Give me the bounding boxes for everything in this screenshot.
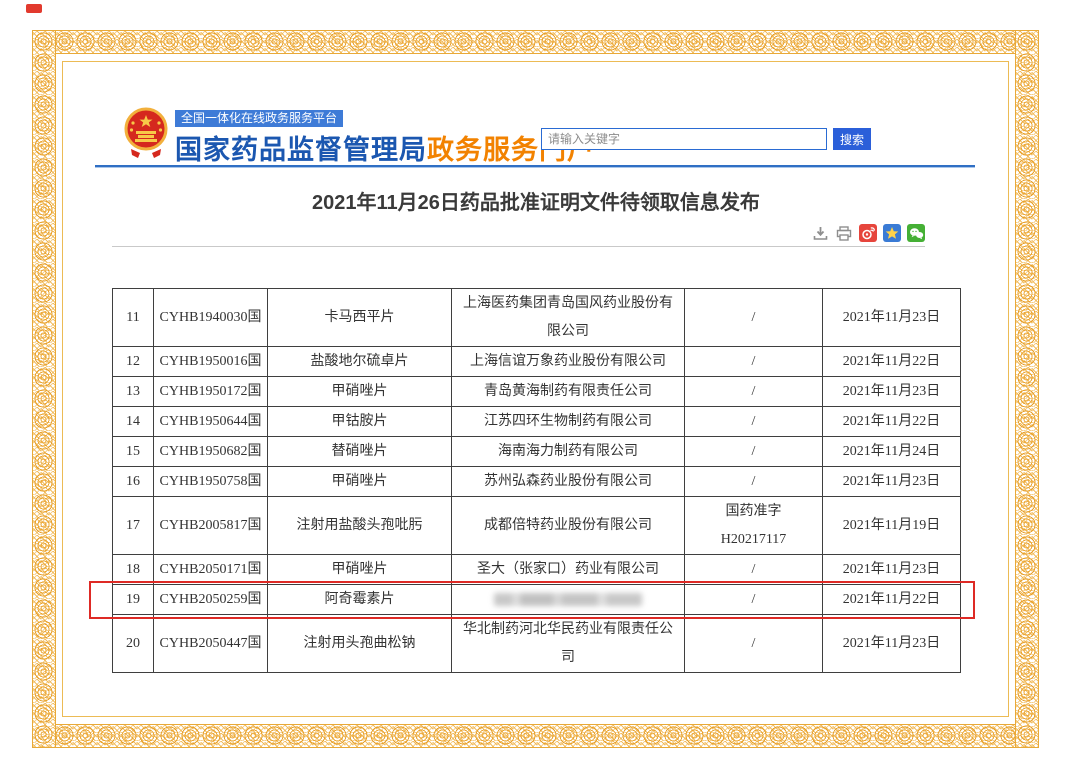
table-row: 20 CYHB2050447国 注射用头孢曲松钠 华北制药河北华民药业有限责任公… (113, 615, 961, 673)
table-row: 12 CYHB1950016国 盐酸地尔硫卓片 上海信谊万象药业股份有限公司 /… (113, 347, 961, 377)
cell-row-number: 13 (113, 377, 154, 407)
cell-company: 江苏四环生物制药有限公司 (452, 407, 685, 437)
cell-approval-number: / (685, 615, 823, 673)
cell-acceptance-id: CYHB2050171国 (154, 555, 268, 585)
cell-acceptance-id: CYHB1950172国 (154, 377, 268, 407)
cell-acceptance-id: CYHB1950016国 (154, 347, 268, 377)
cell-row-number: 17 (113, 497, 154, 555)
cell-approval-number: / (685, 467, 823, 497)
cell-date: 2021年11月23日 (823, 555, 961, 585)
decorative-border-left (32, 30, 56, 748)
table-row: 15 CYHB1950682国 替硝唑片 海南海力制药有限公司 / 2021年1… (113, 437, 961, 467)
cell-acceptance-id: CYHB1950644国 (154, 407, 268, 437)
cell-acceptance-id: CYHB1950758国 (154, 467, 268, 497)
cell-acceptance-id: CYHB1950682国 (154, 437, 268, 467)
cell-acceptance-id: CYHB2050447国 (154, 615, 268, 673)
cell-date: 2021年11月22日 (823, 347, 961, 377)
site-title-primary: 国家药品监督管理局 (175, 135, 427, 165)
cell-company: 成都倍特药业股份有限公司 (452, 497, 685, 555)
qzone-share-icon[interactable] (883, 224, 901, 242)
cell-drug-name: 注射用头孢曲松钠 (268, 615, 452, 673)
cell-date: 2021年11月24日 (823, 437, 961, 467)
cell-row-number: 18 (113, 555, 154, 585)
search-button[interactable]: 搜索 (833, 128, 871, 150)
cell-approval-number: / (685, 585, 823, 615)
national-emblem-logo (123, 105, 169, 159)
cell-approval-number: / (685, 407, 823, 437)
cell-acceptance-id: CYHB1940030国 (154, 289, 268, 347)
cell-drug-name: 甲硝唑片 (268, 467, 452, 497)
cell-row-number: 12 (113, 347, 154, 377)
cell-company: 海南海力制药有限公司 (452, 437, 685, 467)
cell-approval-number: / (685, 289, 823, 347)
table-row: 16 CYHB1950758国 甲硝唑片 苏州弘森药业股份有限公司 / 2021… (113, 467, 961, 497)
site-title: 国家药品监督管理局政务服务门户 (175, 128, 595, 167)
table-row: 17 CYHB2005817国 注射用盐酸头孢吡肟 成都倍特药业股份有限公司 国… (113, 497, 961, 555)
header-divider (95, 165, 975, 168)
cell-drug-name: 甲硝唑片 (268, 555, 452, 585)
page: 全国一体化在线政务服务平台 国家药品监督管理局政务服务门户 搜索 2021年11… (0, 0, 1071, 778)
decorative-border-right (1015, 30, 1039, 748)
decorative-border-bottom (32, 724, 1039, 748)
cell-company: 上海信谊万象药业股份有限公司 (452, 347, 685, 377)
page-title: 2021年11月26日药品批准证明文件待领取信息发布 (112, 186, 960, 215)
cell-date: 2021年11月19日 (823, 497, 961, 555)
download-icon[interactable] (811, 224, 829, 242)
cell-company: 圣大（张家口）药业有限公司 (452, 555, 685, 585)
cell-row-number: 11 (113, 289, 154, 347)
cell-row-number: 20 (113, 615, 154, 673)
cell-drug-name: 阿奇霉素片 (268, 585, 452, 615)
approval-table: 11 CYHB1940030国 卡马西平片 上海医药集团青岛国风药业股份有限公司… (112, 288, 961, 673)
cell-company: 青岛黄海制药有限责任公司 (452, 377, 685, 407)
table-row: 11 CYHB1940030国 卡马西平片 上海医药集团青岛国风药业股份有限公司… (113, 289, 961, 347)
cell-date: 2021年11月23日 (823, 615, 961, 673)
cell-drug-name: 注射用盐酸头孢吡肟 (268, 497, 452, 555)
table-row: 14 CYHB1950644国 甲钴胺片 江苏四环生物制药有限公司 / 2021… (113, 407, 961, 437)
cell-date: 2021年11月23日 (823, 289, 961, 347)
cell-acceptance-id: CYHB2005817国 (154, 497, 268, 555)
cell-approval-number: / (685, 347, 823, 377)
search-input[interactable] (541, 128, 827, 150)
table-row: 13 CYHB1950172国 甲硝唑片 青岛黄海制药有限责任公司 / 2021… (113, 377, 961, 407)
cell-approval-number: / (685, 437, 823, 467)
cell-acceptance-id: CYHB2050259国 (154, 585, 268, 615)
corner-red-mark (26, 4, 42, 13)
cell-row-number: 19 (113, 585, 154, 615)
cell-row-number: 14 (113, 407, 154, 437)
cell-row-number: 15 (113, 437, 154, 467)
cell-drug-name: 替硝唑片 (268, 437, 452, 467)
cell-row-number: 16 (113, 467, 154, 497)
cell-approval-number: 国药准字H20217117 (685, 497, 823, 555)
search-bar: 搜索 (541, 128, 871, 150)
decorative-border-top (32, 30, 1039, 54)
wechat-share-icon[interactable] (907, 224, 925, 242)
platform-badge: 全国一体化在线政务服务平台 (175, 110, 343, 127)
cell-company: 苏州弘森药业股份有限公司 (452, 467, 685, 497)
cell-approval-number: / (685, 377, 823, 407)
cell-date: 2021年11月23日 (823, 467, 961, 497)
share-toolbar (811, 224, 925, 242)
cell-drug-name: 甲钴胺片 (268, 407, 452, 437)
table-row-highlighted: 19 CYHB2050259国 阿奇霉素片 / 2021年11月22日 (113, 585, 961, 615)
cell-drug-name: 卡马西平片 (268, 289, 452, 347)
print-icon[interactable] (835, 224, 853, 242)
cell-date: 2021年11月23日 (823, 377, 961, 407)
cell-company: 上海医药集团青岛国风药业股份有限公司 (452, 289, 685, 347)
cell-drug-name: 甲硝唑片 (268, 377, 452, 407)
cell-date: 2021年11月22日 (823, 585, 961, 615)
site-header: 全国一体化在线政务服务平台 国家药品监督管理局政务服务门户 搜索 (112, 104, 960, 162)
table-row: 18 CYHB2050171国 甲硝唑片 圣大（张家口）药业有限公司 / 202… (113, 555, 961, 585)
cell-drug-name: 盐酸地尔硫卓片 (268, 347, 452, 377)
weibo-share-icon[interactable] (859, 224, 877, 242)
redacted-company-name (494, 593, 642, 606)
cell-company (452, 585, 685, 615)
cell-approval-number: / (685, 555, 823, 585)
cell-date: 2021年11月22日 (823, 407, 961, 437)
toolbar-divider (112, 246, 925, 247)
cell-company: 华北制药河北华民药业有限责任公司 (452, 615, 685, 673)
approval-table-body: 11 CYHB1940030国 卡马西平片 上海医药集团青岛国风药业股份有限公司… (113, 289, 961, 673)
